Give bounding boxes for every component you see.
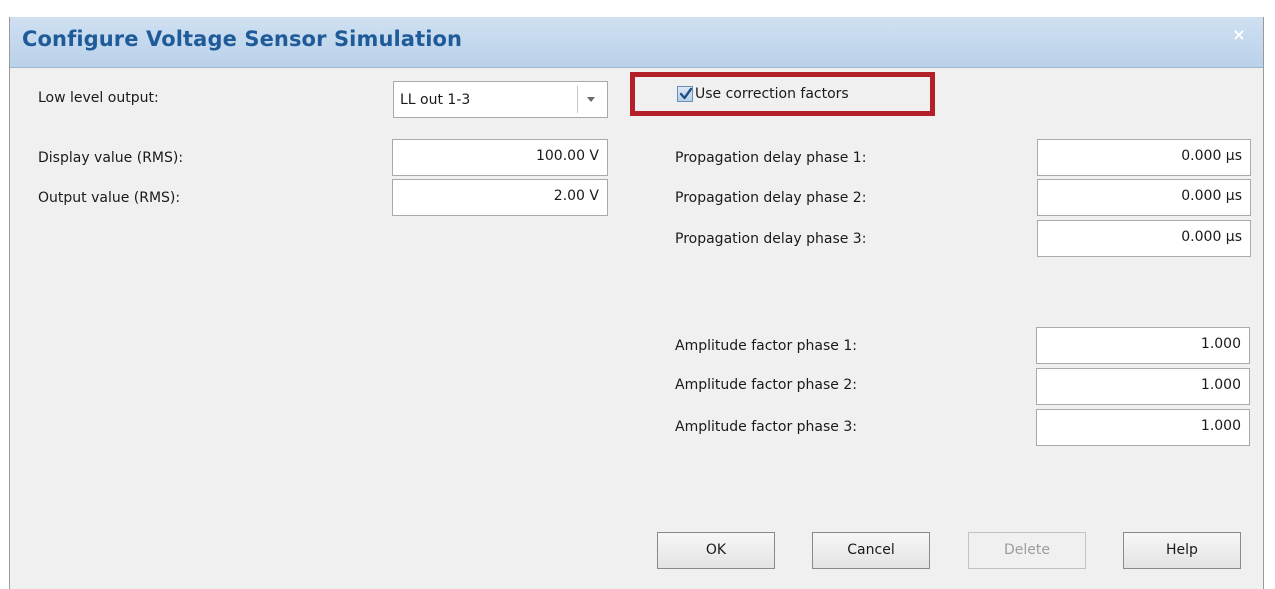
propagation-delay-phase-1-label: Propagation delay phase 1: — [675, 150, 867, 166]
title-bar: Configure Voltage Sensor Simulation × — [10, 17, 1263, 68]
combo-separator — [577, 86, 578, 113]
low-level-output-label: Low level output: — [38, 90, 159, 106]
propagation-delay-phase-3-label: Propagation delay phase 3: — [675, 231, 867, 247]
dialog-title: Configure Voltage Sensor Simulation — [22, 27, 463, 51]
amplitude-factor-phase-3-field[interactable]: 1.000 — [1036, 409, 1250, 446]
help-button[interactable]: Help — [1123, 532, 1241, 569]
amplitude-factor-phase-1-label: Amplitude factor phase 1: — [675, 338, 857, 354]
display-value-label: Display value (RMS): — [38, 150, 184, 166]
low-level-output-value: LL out 1-3 — [400, 92, 471, 108]
amplitude-factor-phase-2-field[interactable]: 1.000 — [1036, 368, 1250, 405]
propagation-delay-phase-2-label: Propagation delay phase 2: — [675, 190, 867, 206]
ok-button[interactable]: OK — [657, 532, 775, 569]
output-value-label: Output value (RMS): — [38, 190, 181, 206]
amplitude-factor-phase-1-field[interactable]: 1.000 — [1036, 327, 1250, 364]
low-level-output-select[interactable]: LL out 1-3 — [393, 81, 608, 118]
cancel-button[interactable]: Cancel — [812, 532, 930, 569]
checkbox-checked-icon[interactable] — [677, 86, 693, 102]
delete-button[interactable]: Delete — [968, 532, 1086, 569]
configure-voltage-sensor-dialog: Configure Voltage Sensor Simulation × Lo… — [9, 17, 1264, 589]
display-value-field[interactable]: 100.00 V — [392, 139, 608, 176]
propagation-delay-phase-2-field[interactable]: 0.000 µs — [1037, 179, 1251, 216]
chevron-down-icon[interactable] — [587, 97, 595, 102]
amplitude-factor-phase-2-label: Amplitude factor phase 2: — [675, 377, 857, 393]
propagation-delay-phase-1-field[interactable]: 0.000 µs — [1037, 139, 1251, 176]
use-correction-factors-label: Use correction factors — [695, 86, 849, 102]
amplitude-factor-phase-3-label: Amplitude factor phase 3: — [675, 419, 857, 435]
propagation-delay-phase-3-field[interactable]: 0.000 µs — [1037, 220, 1251, 257]
close-icon[interactable]: × — [1229, 25, 1249, 45]
output-value-field[interactable]: 2.00 V — [392, 179, 608, 216]
